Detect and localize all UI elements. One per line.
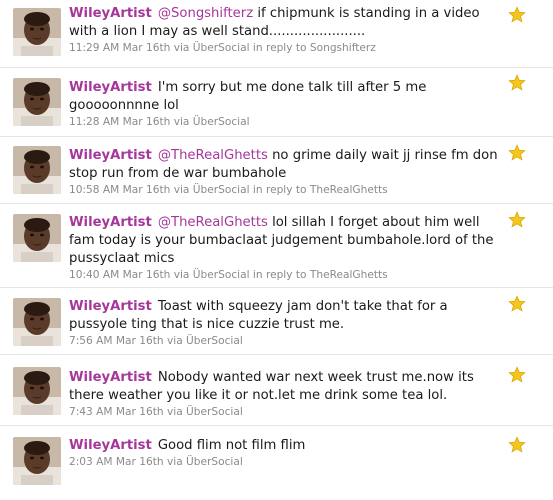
- profile-photo[interactable]: [13, 437, 61, 485]
- profile-photo[interactable]: [13, 8, 61, 56]
- tweet-text: WileyArtist Toast with squeezy jam don't …: [69, 298, 509, 334]
- profile-photo-image: [13, 367, 61, 415]
- tweet-item: WileyArtist @TheRealGhetts no grime daily…: [0, 137, 553, 204]
- author-link[interactable]: WileyArtist: [69, 148, 152, 163]
- profile-photo[interactable]: [13, 78, 61, 126]
- favorite-star-icon[interactable]: [508, 436, 526, 454]
- tweet-body: Good flim not film flim: [157, 438, 306, 453]
- tweet-item: WileyArtist @Songshifterz if chipmunk is …: [0, 0, 553, 68]
- favorite-star-icon[interactable]: [508, 366, 526, 384]
- tweet-meta: 2:03 AM Mar 16th via ÜberSocial: [69, 456, 243, 468]
- author-link[interactable]: WileyArtist: [69, 299, 152, 314]
- tweet-text: WileyArtist I'm sorry but me done talk ti…: [69, 79, 509, 115]
- tweet-meta: 10:40 AM Mar 16th via ÜberSocial in repl…: [69, 269, 388, 281]
- tweet-item: WileyArtist I'm sorry but me done talk ti…: [0, 68, 553, 137]
- mention-link[interactable]: @TheRealGhetts: [158, 215, 268, 230]
- author-link[interactable]: WileyArtist: [69, 370, 152, 385]
- profile-photo[interactable]: [13, 146, 61, 194]
- tweet-meta: 11:28 AM Mar 16th via ÜberSocial: [69, 116, 250, 128]
- tweet-meta: 7:56 AM Mar 16th via ÜberSocial: [69, 335, 243, 347]
- profile-photo[interactable]: [13, 367, 61, 415]
- tweet-content: WileyArtist @TheRealGhetts no grime daily…: [69, 147, 509, 197]
- tweet-item: WileyArtist Good flim not film flim 2:03 …: [0, 426, 553, 500]
- tweet-text: WileyArtist @TheRealGhetts no grime daily…: [69, 147, 509, 183]
- tweet-content: WileyArtist @Songshifterz if chipmunk is …: [69, 5, 509, 55]
- mention-link[interactable]: @TheRealGhetts: [158, 148, 268, 163]
- favorite-star-icon[interactable]: [508, 211, 526, 229]
- tweet-text: WileyArtist @TheRealGhetts lol sillah I f…: [69, 214, 509, 268]
- profile-photo-image: [13, 298, 61, 346]
- tweet-content: WileyArtist Good flim not film flim 2:03 …: [69, 437, 509, 469]
- favorite-star-icon[interactable]: [508, 6, 526, 24]
- profile-photo[interactable]: [13, 298, 61, 346]
- tweet-content: WileyArtist @TheRealGhetts lol sillah I f…: [69, 214, 509, 282]
- favorite-star-icon[interactable]: [508, 144, 526, 162]
- tweet-content: WileyArtist I'm sorry but me done talk ti…: [69, 79, 509, 129]
- profile-photo-image: [13, 8, 61, 56]
- author-link[interactable]: WileyArtist: [69, 80, 152, 95]
- tweet-item: WileyArtist Toast with squeezy jam don't …: [0, 288, 553, 355]
- profile-photo-image: [13, 146, 61, 194]
- tweet-text: WileyArtist Good flim not film flim: [69, 437, 509, 455]
- author-link[interactable]: WileyArtist: [69, 438, 152, 453]
- tweet-text: WileyArtist @Songshifterz if chipmunk is …: [69, 5, 509, 41]
- tweet-timeline: WileyArtist @Songshifterz if chipmunk is …: [0, 0, 553, 500]
- tweet-text: WileyArtist Nobody wanted war next week t…: [69, 369, 509, 405]
- tweet-content: WileyArtist Nobody wanted war next week t…: [69, 369, 509, 419]
- tweet-content: WileyArtist Toast with squeezy jam don't …: [69, 298, 509, 348]
- tweet-meta: 11:29 AM Mar 16th via ÜberSocial in repl…: [69, 42, 376, 54]
- tweet-item: WileyArtist @TheRealGhetts lol sillah I f…: [0, 204, 553, 288]
- tweet-meta: 10:58 AM Mar 16th via ÜberSocial in repl…: [69, 184, 388, 196]
- profile-photo-image: [13, 437, 61, 485]
- profile-photo-image: [13, 78, 61, 126]
- author-link[interactable]: WileyArtist: [69, 215, 152, 230]
- tweet-meta: 7:43 AM Mar 16th via ÜberSocial: [69, 406, 243, 418]
- favorite-star-icon[interactable]: [508, 74, 526, 92]
- author-link[interactable]: WileyArtist: [69, 6, 152, 21]
- favorite-star-icon[interactable]: [508, 295, 526, 313]
- mention-link[interactable]: @Songshifterz: [158, 6, 253, 21]
- profile-photo[interactable]: [13, 214, 61, 262]
- tweet-item: WileyArtist Nobody wanted war next week t…: [0, 355, 553, 426]
- profile-photo-image: [13, 214, 61, 262]
